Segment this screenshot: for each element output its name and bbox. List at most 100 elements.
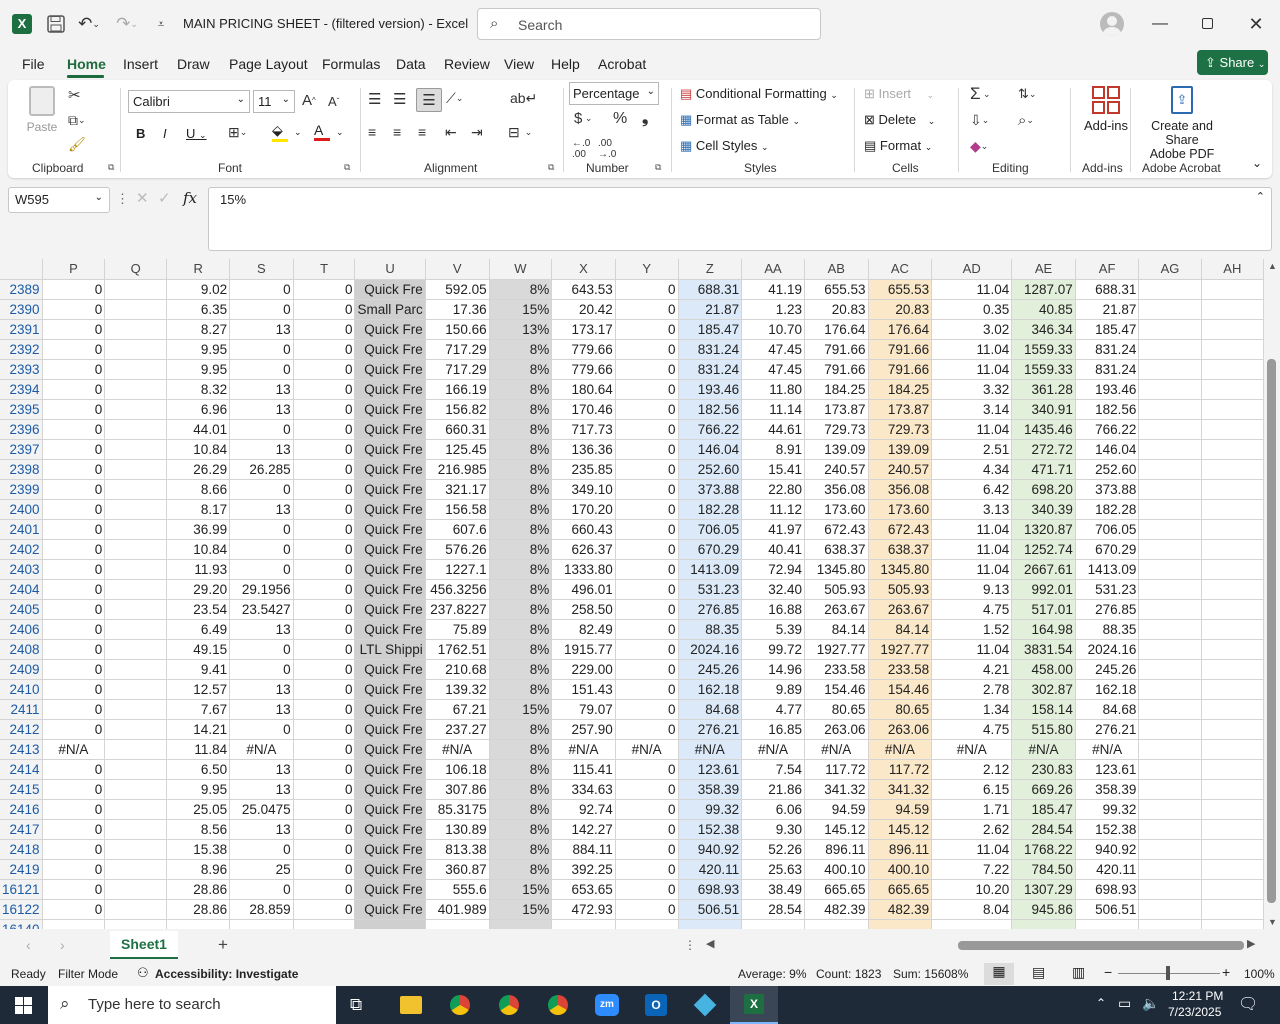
cell-p[interactable]: 0 (42, 899, 106, 920)
column-header-aa[interactable]: AA (741, 259, 805, 280)
cell-w[interactable]: 8% (489, 519, 553, 540)
cell-u[interactable]: Quick Fre (354, 519, 426, 540)
column-header-s[interactable]: S (229, 259, 294, 280)
cell-t[interactable]: 0 (293, 619, 356, 640)
cell-r[interactable]: 8.17 (166, 499, 231, 520)
cell-r[interactable]: 26.29 (166, 459, 231, 480)
cell-ah[interactable] (1201, 599, 1264, 620)
cell-w[interactable]: 8% (489, 779, 553, 800)
cell-ag[interactable] (1138, 759, 1202, 780)
cell-r[interactable]: 29.20 (166, 579, 231, 600)
cell-aa[interactable]: 1.23 (741, 299, 805, 320)
cell-ab[interactable]: 154.46 (804, 679, 869, 700)
sheet-tab-sheet1[interactable]: Sheet1 (110, 931, 178, 959)
cell-ah[interactable] (1201, 839, 1264, 860)
cell-ag[interactable] (1138, 679, 1202, 700)
cell-s[interactable]: 0 (229, 519, 294, 540)
cell-v[interactable]: 216.985 (425, 459, 490, 480)
cell-r[interactable]: 44.01 (166, 419, 231, 440)
cell-ae[interactable]: 272.72 (1011, 439, 1076, 460)
cell-s[interactable]: 13 (229, 399, 294, 420)
cell-w[interactable]: 8% (489, 659, 553, 680)
fill-icon[interactable]: ⇩ ⌄ (970, 112, 989, 129)
row-header[interactable]: 2410 (0, 679, 43, 700)
row-header[interactable]: 2419 (0, 859, 43, 880)
cell-x[interactable]: 170.46 (551, 399, 616, 420)
cell-p[interactable]: 0 (42, 519, 106, 540)
minimize-icon[interactable]: — (1146, 12, 1174, 36)
cell-z[interactable]: #N/A (678, 739, 743, 760)
cell-r[interactable]: 49.15 (166, 639, 231, 660)
next-sheet-icon[interactable]: › (60, 937, 65, 953)
cell-ac[interactable]: 672.43 (868, 519, 933, 540)
cell-w[interactable]: 8% (489, 499, 553, 520)
clock-time[interactable]: 12:21 PM (1172, 989, 1223, 1003)
cell-ac[interactable]: 184.25 (868, 379, 933, 400)
cell-ag[interactable] (1138, 859, 1202, 880)
cell-p[interactable]: 0 (42, 539, 106, 560)
conditional-formatting-button[interactable]: ▤ Conditional Formatting ⌄ (680, 86, 838, 102)
cell-ag[interactable] (1138, 419, 1202, 440)
cell-z[interactable] (678, 919, 743, 929)
cell-ah[interactable] (1201, 379, 1264, 400)
cell-v[interactable]: 156.58 (425, 499, 490, 520)
cell-af[interactable]: 193.46 (1075, 379, 1140, 400)
cell-s[interactable]: 0 (229, 639, 294, 660)
cell-q[interactable] (104, 659, 168, 680)
row-header[interactable]: 16121 (0, 879, 43, 900)
cell-ag[interactable] (1138, 659, 1202, 680)
cell-q[interactable] (104, 799, 168, 820)
cell-r[interactable]: 9.95 (166, 779, 231, 800)
zoom-level[interactable]: 100% (1244, 967, 1275, 981)
cell-ad[interactable]: 9.13 (931, 579, 1013, 600)
cell-t[interactable]: 0 (293, 839, 356, 860)
cell-u[interactable]: Quick Fre (354, 379, 426, 400)
cell-w[interactable]: 8% (489, 679, 553, 700)
cell-s[interactable]: 0 (229, 539, 294, 560)
cell-ae[interactable]: 515.80 (1011, 719, 1076, 740)
cell-ah[interactable] (1201, 299, 1264, 320)
cell-v[interactable]: 75.89 (425, 619, 490, 640)
cell-ab[interactable]: 184.25 (804, 379, 869, 400)
cell-ab[interactable]: 896.11 (804, 839, 869, 860)
cell-w[interactable]: 8% (489, 399, 553, 420)
cut-icon[interactable]: ✂ (68, 86, 81, 104)
cell-p[interactable]: 0 (42, 819, 106, 840)
cell-s[interactable]: 0 (229, 419, 294, 440)
cell-x[interactable]: 142.27 (551, 819, 616, 840)
cell-y[interactable]: 0 (615, 519, 679, 540)
cell-aa[interactable]: 28.54 (741, 899, 805, 920)
cell-ad[interactable]: 11.04 (931, 359, 1013, 380)
cell-v[interactable]: 813.38 (425, 839, 490, 860)
cell-r[interactable]: 36.99 (166, 519, 231, 540)
column-header-ad[interactable]: AD (931, 259, 1013, 280)
cell-v[interactable]: 456.3256 (425, 579, 490, 600)
cell-aa[interactable]: 47.45 (741, 339, 805, 360)
row-header[interactable]: 2416 (0, 799, 43, 820)
cell-s[interactable]: 13 (229, 499, 294, 520)
row-header[interactable]: 2399 (0, 479, 43, 500)
cell-y[interactable]: 0 (615, 279, 679, 300)
menu-page-layout[interactable]: Page Layout (229, 56, 308, 72)
row-header[interactable]: 2404 (0, 579, 43, 600)
cell-ab[interactable]: 173.87 (804, 399, 869, 420)
font-launcher-icon[interactable]: ⧉ (344, 162, 350, 173)
cell-aa[interactable]: 6.06 (741, 799, 805, 820)
cell-v[interactable]: 321.17 (425, 479, 490, 500)
cell-ab[interactable] (804, 919, 869, 929)
cell-t[interactable]: 0 (293, 579, 356, 600)
cell-z[interactable]: 123.61 (678, 759, 743, 780)
cell-y[interactable]: 0 (615, 879, 679, 900)
cell-ag[interactable] (1138, 319, 1202, 340)
cell-t[interactable]: 0 (293, 599, 356, 620)
cell-ab[interactable]: 20.83 (804, 299, 869, 320)
cell-w[interactable]: 8% (489, 599, 553, 620)
cell-ae[interactable]: 230.83 (1011, 759, 1076, 780)
cell-p[interactable]: 0 (42, 419, 106, 440)
cell-ab[interactable]: 655.53 (804, 279, 869, 300)
column-header-t[interactable]: T (293, 259, 356, 280)
cell-y[interactable]: 0 (615, 659, 679, 680)
decrease-font-size-icon[interactable]: Aˇ (328, 94, 339, 109)
cell-r[interactable]: 12.57 (166, 679, 231, 700)
cell-y[interactable]: 0 (615, 819, 679, 840)
